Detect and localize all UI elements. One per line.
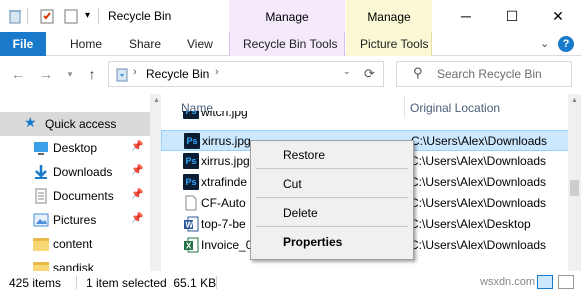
refresh-icon[interactable]: ⟳ [364,66,375,82]
manage-pictures-header[interactable]: Manage [346,0,432,32]
search-placeholder: Search Recycle Bin [437,67,542,81]
scroll-up-icon[interactable]: ▲ [153,97,160,104]
window-title: Recycle Bin [108,9,172,23]
menu-item-restore[interactable]: Restore [283,148,325,162]
breadcrumb-recycle-bin[interactable]: Recycle Bin [146,67,209,81]
large-icons-view-icon[interactable] [558,275,574,289]
details-view-icon[interactable] [537,275,553,289]
scroll-up-icon[interactable]: ▲ [571,97,578,104]
search-icon: ⚲ [413,65,423,80]
file-original-location: C:\Users\Alex\Downloads [411,134,548,148]
star-icon: ★ [24,114,37,130]
desktop-icon [33,140,49,156]
sidebar-item-desktop[interactable]: Desktop 📌 [0,136,150,160]
pin-icon[interactable]: 📌 [131,165,143,176]
menu-separator [256,226,408,227]
download-icon [33,164,49,180]
file-name: CF-Auto [201,196,246,210]
file-original-location: C:\Users\Alex\Downloads [410,196,547,210]
chevron-down-icon[interactable]: ⌄ [540,37,549,50]
help-icon[interactable]: ? [558,36,574,52]
tab-home[interactable]: Home [70,37,102,51]
address-dropdown-icon[interactable]: ⌄ [343,66,351,77]
sidebar-item-sandisk[interactable]: sandisk [0,256,150,271]
file-name: xirrus.jpg [201,154,250,168]
sidebar-item-quick-access[interactable]: ★ Quick access [0,112,150,136]
title-separator [27,8,28,24]
properties-icon[interactable] [39,8,55,24]
sidebar-item-pictures[interactable]: Pictures 📌 [0,208,150,232]
sidebar-item-label: Desktop [53,141,98,155]
breadcrumb-separator-icon[interactable]: › [215,66,219,78]
tab-view[interactable]: View [187,37,213,51]
customize-toolbar-icon[interactable]: ▾ [85,10,90,21]
file-icon [183,195,199,211]
status-item-count: 425 items [9,276,62,290]
tab-picture-tools[interactable]: Picture Tools [360,37,428,51]
photoshop-icon: Ps [183,111,199,119]
menu-separator [256,197,408,198]
watermark: wsxdn.com [480,276,536,288]
title-separator [98,8,99,24]
sidebar-item-documents[interactable]: Documents 📌 [0,184,150,208]
status-separator [216,276,217,289]
pin-icon[interactable]: 📌 [131,141,143,152]
file-original-location: C:\Users\Alex\Downloads [410,154,547,168]
photoshop-icon: Ps [183,153,199,169]
new-folder-icon[interactable] [63,8,79,24]
sidebar-item-label: Pictures [53,213,97,227]
file-name: Invoice_0 [201,238,253,252]
sidebar-item-label: content [53,237,93,251]
menu-item-properties[interactable]: Properties [283,235,342,249]
pictures-icon [33,212,49,228]
tab-recycle-bin-tools[interactable]: Recycle Bin Tools [243,37,338,51]
svg-text:W: W [186,221,194,230]
navigation-scrollbar[interactable]: ▲ [150,94,161,271]
file-original-location: C:\Users\Alex\Desktop [410,217,531,231]
menu-separator [256,168,408,169]
maximize-button[interactable]: ☐ [489,0,535,32]
breadcrumb-separator-icon[interactable]: › [133,66,137,78]
sidebar-item-downloads[interactable]: Downloads 📌 [0,160,150,184]
file-name: xirrus.jpg [202,134,251,148]
menu-item-delete[interactable]: Delete [283,206,318,220]
sidebar-item-content[interactable]: content [0,232,150,256]
sidebar-item-label: Documents [53,189,114,203]
up-arrow-icon[interactable]: ↑ [82,64,102,84]
back-arrow-icon[interactable]: ← [8,64,28,84]
sidebar-item-label: sandisk [53,261,94,271]
file-original-location: C:\Users\Alex\Downloads [410,175,547,189]
folder-icon [33,262,49,271]
recycle-bin-icon [114,66,130,82]
file-list-scrollbar[interactable]: ▲ [568,94,581,271]
folder-icon [33,238,49,251]
excel-icon: X [183,237,199,253]
file-name: top-7-be [201,217,246,231]
pin-icon[interactable]: 📌 [131,189,143,200]
file-original-location: C:\Users\Alex\Downloads [410,238,547,252]
tab-share[interactable]: Share [129,37,161,51]
sidebar-item-label: Downloads [53,165,113,179]
table-row[interactable]: Ps witch.jpg [161,111,571,121]
close-button[interactable]: ✕ [535,0,581,32]
tab-file[interactable]: File [0,32,46,56]
recent-locations-icon[interactable]: ▾ [60,64,80,84]
manage-recycle-bin-header[interactable]: Manage [229,0,345,32]
documents-icon [33,188,49,204]
status-selection: 1 item selected 65.1 KB [86,276,217,290]
photoshop-icon: Ps [183,174,199,190]
file-name: witch.jpg [201,111,248,119]
forward-arrow-icon[interactable]: → [36,64,56,84]
sidebar-item-label: Quick access [45,117,117,131]
svg-text:X: X [186,242,192,251]
word-icon: W [183,216,199,232]
status-separator [76,276,77,289]
minimize-button[interactable]: ─ [443,0,489,32]
recycle-bin-icon [7,8,23,24]
file-name: xtrafinde [201,175,248,189]
photoshop-icon: Ps [184,133,200,149]
menu-item-cut[interactable]: Cut [283,177,302,191]
scroll-thumb[interactable] [570,180,579,196]
pin-icon[interactable]: 📌 [131,213,143,224]
